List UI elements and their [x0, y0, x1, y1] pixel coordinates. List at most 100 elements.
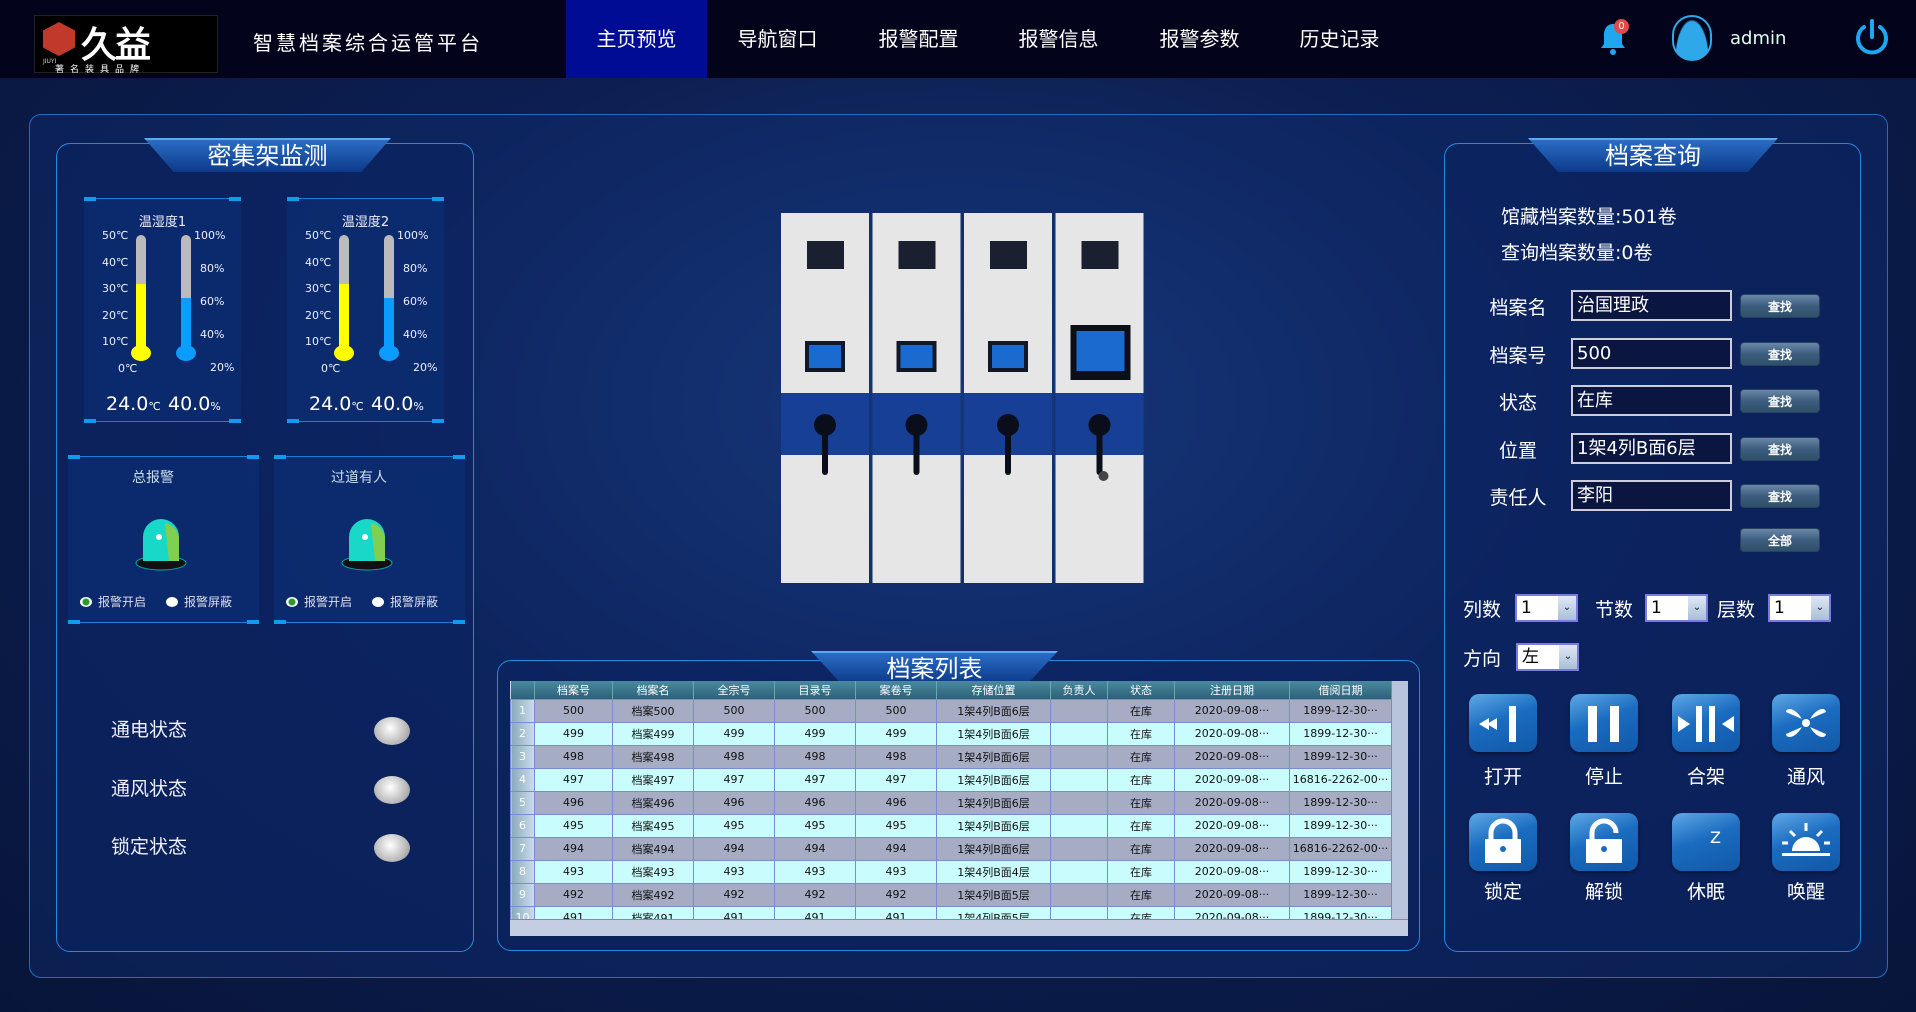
temperature-unit: ℃	[148, 400, 161, 413]
table-cell: 在库	[1107, 698, 1175, 723]
avatar[interactable]	[1672, 15, 1712, 61]
alarm-mask-radio[interactable]: 报警屏蔽	[372, 593, 438, 610]
column-header[interactable]: 目录号	[774, 681, 856, 699]
archive-number-value: 500	[1577, 343, 1612, 364]
search-status-button[interactable]: 查找	[1740, 389, 1820, 413]
tab-history[interactable]: 历史记录	[1269, 0, 1410, 78]
humidity-tick: 20%	[413, 361, 438, 374]
siren-icon	[135, 519, 187, 571]
temp-tick: 30℃	[305, 282, 332, 295]
temperature-unit: ℃	[351, 400, 364, 413]
tab-alarm-info[interactable]: 报警信息	[988, 0, 1129, 78]
table-row[interactable]: 7 494 档案494 494 494 494 1架4列B面6层 在库 2020-09-08··…	[510, 836, 1392, 861]
select-dropdown[interactable]: 1 ⌄	[1768, 594, 1831, 622]
location-input[interactable]: 1架4列B面6层	[1571, 433, 1732, 464]
table-cell: 2020-09-08···	[1174, 813, 1290, 838]
table-row[interactable]: 9 492 档案492 492 492 492 1架4列B面5层 在库 2020-09-08··…	[510, 882, 1392, 907]
select-dropdown[interactable]: 1 ⌄	[1515, 594, 1578, 622]
tab-alarm-params[interactable]: 报警参数	[1129, 0, 1270, 78]
select-dropdown[interactable]: 左 ⌄	[1516, 643, 1579, 671]
table-cell: 500	[855, 698, 937, 723]
table-cell	[1050, 698, 1108, 723]
column-header[interactable]: 案卷号	[855, 681, 937, 699]
archive-number-input[interactable]: 500	[1571, 338, 1732, 369]
chevron-down-icon: ⌄	[1688, 596, 1706, 620]
table-cell: 495	[693, 813, 775, 838]
column-header[interactable]: 状态	[1107, 681, 1175, 699]
sunrise-button[interactable]	[1772, 813, 1840, 871]
temp-tick: 0℃	[321, 361, 341, 375]
tab-alarm-config[interactable]: 报警配置	[848, 0, 989, 78]
table-row[interactable]: 6 495 档案495 495 495 495 1架4列B面6层 在库 2020-09-08··…	[510, 813, 1392, 838]
table-row[interactable]: 3 498 档案498 498 498 498 1架4列B面6层 在库 2020-09-08··…	[510, 744, 1392, 769]
alarm-enable-radio[interactable]: 报警开启	[80, 593, 146, 610]
humidity-gauge	[384, 235, 394, 351]
table-cell: 496	[693, 790, 775, 815]
table-row[interactable]: 2 499 档案499 499 499 499 1架4列B面6层 在库 2020-09-08··…	[510, 721, 1392, 746]
column-header[interactable]: 档案名	[612, 681, 694, 699]
column-header[interactable]: 注册日期	[1174, 681, 1290, 699]
pause-button[interactable]	[1570, 694, 1638, 752]
table-row[interactable]: 8 493 档案493 493 493 493 1架4列B面4层 在库 2020-09-08··…	[510, 859, 1392, 884]
owner-label: 责任人	[1489, 487, 1547, 509]
table-cell: 497	[855, 767, 937, 792]
search-location-button[interactable]: 查找	[1740, 437, 1820, 461]
search-archive-number-button[interactable]: 查找	[1740, 342, 1820, 366]
alarm-enable-radio[interactable]: 报警开启	[286, 593, 352, 610]
table-row[interactable]: 1 500 档案500 500 500 500 1架4列B面6层 在库 2020-09-08··…	[510, 698, 1392, 723]
table-cell: 498	[774, 744, 856, 769]
table-cell: 在库	[1107, 882, 1175, 907]
table-cell	[1050, 859, 1108, 884]
vertical-scrollbar[interactable]	[1391, 681, 1408, 919]
table-cell: 2020-09-08···	[1174, 767, 1290, 792]
alarm-name: 总报警	[132, 470, 174, 486]
table-cell: 494	[693, 836, 775, 861]
column-header[interactable]: 档案号	[534, 681, 613, 699]
lock-button[interactable]	[1469, 813, 1537, 871]
archive-table-wrap: 档案号 档案名 全宗号 目录号 案卷号 存储位置 负责人 状态 注册日期 借阅日期 1 500 档案5…	[510, 681, 1408, 936]
horizontal-scrollbar[interactable]	[510, 919, 1408, 936]
sleep-button[interactable]: Z	[1672, 813, 1740, 871]
table-cell: 498	[534, 744, 613, 769]
search-owner-button[interactable]: 查找	[1740, 484, 1820, 508]
table-cell: 档案493	[612, 859, 694, 884]
temp-tick: 40℃	[305, 255, 332, 269]
alarm-mask-radio[interactable]: 报警屏蔽	[166, 593, 232, 610]
fan-button[interactable]	[1772, 694, 1840, 752]
select-dropdown[interactable]: 1 ⌄	[1645, 594, 1708, 622]
column-header[interactable]: 负责人	[1050, 681, 1108, 699]
row-number: 3	[510, 744, 535, 769]
show-all-button[interactable]: 全部	[1740, 528, 1820, 552]
table-cell: 16816-2262-00···	[1289, 836, 1392, 861]
table-row[interactable]: 4 497 档案497 497 497 497 1架4列B面6层 在库 2020-09-08··…	[510, 767, 1392, 792]
search-archive-name-button[interactable]: 查找	[1740, 294, 1820, 318]
column-header[interactable]: 存储位置	[936, 681, 1051, 699]
close-shelf-button[interactable]	[1672, 694, 1740, 752]
archive-name-input[interactable]: 治国理政	[1571, 290, 1732, 321]
table-row[interactable]: 5 496 档案496 496 496 496 1架4列B面6层 在库 2020-09-08··…	[510, 790, 1392, 815]
alarm-enable-label: 报警开启	[98, 595, 147, 609]
tab-home[interactable]: 主页预览	[566, 0, 707, 78]
open-button[interactable]	[1469, 694, 1537, 752]
tab-navigation[interactable]: 导航窗口	[707, 0, 848, 78]
table-cell: 在库	[1107, 813, 1175, 838]
archive-table: 档案号 档案名 全宗号 目录号 案卷号 存储位置 负责人 状态 注册日期 借阅日期 1 500 档案5…	[510, 681, 1392, 930]
sensor-box: 温湿度2 50℃ 40℃ 30℃ 20℃ 10℃ 0℃ 100% 80% 60% 40% 20% 24…	[287, 197, 444, 423]
table-cell: 497	[693, 767, 775, 792]
humidity-tick: 60%	[200, 295, 225, 308]
row-number: 8	[510, 859, 535, 884]
unlock-icon	[1586, 818, 1622, 863]
status-input[interactable]: 在库	[1571, 385, 1732, 416]
humidity-tick: 60%	[403, 295, 428, 308]
temp-tick: 50℃	[305, 229, 332, 242]
table-cell: 1架4列B面6层	[936, 836, 1051, 861]
unlock-button[interactable]	[1570, 813, 1638, 871]
owner-input[interactable]: 李阳	[1571, 480, 1732, 511]
username[interactable]: admin	[1730, 28, 1786, 49]
table-cell: 497	[774, 767, 856, 792]
column-header[interactable]: 全宗号	[693, 681, 775, 699]
humidity-bulb	[176, 345, 196, 361]
table-cell: 档案494	[612, 836, 694, 861]
power-icon[interactable]	[1852, 17, 1892, 57]
column-header[interactable]: 借阅日期	[1289, 681, 1392, 699]
